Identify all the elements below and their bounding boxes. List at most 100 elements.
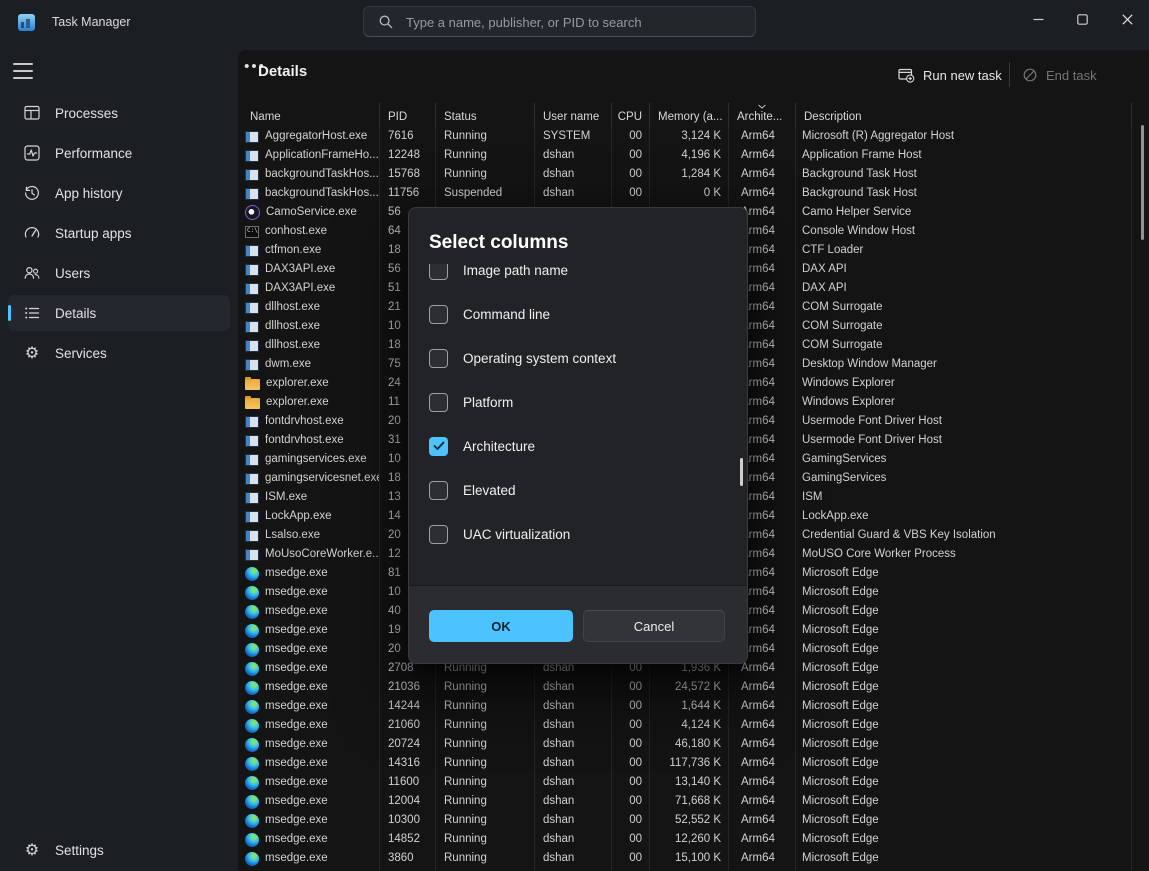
sidebar-item-performance[interactable]: Performance [8,135,230,171]
edge-process-icon [245,700,259,714]
cancel-button[interactable]: Cancel [583,610,725,642]
column-header-arch[interactable]: Archite... [729,103,796,127]
cell-pid: 21036 [380,678,436,697]
cell-desc: Desktop Window Manager [796,355,1132,374]
table-row[interactable]: msedge.exe21036Runningdshan0024,572 KArm… [240,678,1132,697]
column-header-name[interactable]: Name [240,103,380,127]
run-new-task-button[interactable]: Run new task [890,59,1010,91]
cell-desc: ISM [796,488,1132,507]
table-row[interactable]: msedge.exe3860Runningdshan0015,100 KArm6… [240,849,1132,868]
checkbox-checked[interactable] [429,437,448,456]
column-header-mem[interactable]: Memory (a... [650,103,729,127]
cell-name: LockApp.exe [240,507,380,526]
dialog-scrollbar-thumb[interactable] [740,458,743,486]
checkbox-unchecked[interactable] [429,393,448,412]
table-row[interactable]: msedge.exe14316Runningdshan00117,736 KAr… [240,754,1132,773]
checkbox-item-platform[interactable]: Platform [429,380,513,424]
cell-desc: MoUSO Core Worker Process [796,545,1132,564]
maximize-button[interactable] [1060,0,1104,38]
sidebar-item-startup-apps[interactable]: Startup apps [8,215,230,251]
cell-status: Suspended [436,184,535,203]
table-row[interactable]: msedge.exe14244Runningdshan001,644 KArm6… [240,697,1132,716]
ok-button[interactable]: OK [429,610,573,642]
cell-pid: 12004 [380,792,436,811]
cell-name: msedge.exe [240,754,380,773]
sidebar-item-services[interactable]: ⚙Services [8,335,230,371]
checkbox-unchecked[interactable] [429,305,448,324]
table-row[interactable]: msedge.exe20724Runningdshan0046,180 KArm… [240,735,1132,754]
checkbox-label: Platform [463,395,513,410]
cell-cpu: 00 [612,773,650,792]
cell-desc: Microsoft Edge [796,811,1132,830]
cell-status: Running [436,165,535,184]
table-row[interactable]: msedge.exe21060Runningdshan004,124 KArm6… [240,716,1132,735]
sidebar-item-processes[interactable]: Processes [8,95,230,131]
table-row[interactable]: AggregatorHost.exe7616RunningSYSTEM003,1… [240,127,1132,146]
table-row[interactable]: msedge.exe10300Runningdshan0052,552 KArm… [240,811,1132,830]
cell-desc: Console Window Host [796,222,1132,241]
cell-desc: Microsoft Edge [796,849,1132,868]
checkbox-unchecked[interactable] [429,349,448,368]
process-name: msedge.exe [265,792,328,811]
column-header-cpu[interactable]: CPU [612,103,650,127]
cell-status: Running [436,678,535,697]
column-header-status[interactable]: Status [436,103,535,127]
minimize-button[interactable] [1016,0,1060,38]
cell-name: msedge.exe [240,640,380,659]
table-row[interactable]: backgroundTaskHos...11756Suspendeddshan0… [240,184,1132,203]
checkbox-item-command-line[interactable]: Command line [429,292,550,336]
edge-process-icon [245,586,259,600]
column-header-pid[interactable]: PID [380,103,436,127]
column-header-desc[interactable]: Description [796,103,1132,127]
cell-name: gamingservices.exe [240,450,380,469]
process-name: ISM.exe [265,488,307,507]
process-name: msedge.exe [265,602,328,621]
cell-name: msedge.exe [240,678,380,697]
table-row[interactable]: msedge.exe14852Runningdshan0012,260 KArm… [240,830,1132,849]
cell-user: dshan [535,697,612,716]
search-box[interactable] [363,6,756,37]
process-name: dllhost.exe [265,336,320,355]
table-row[interactable]: msedge.exe12004Runningdshan0071,668 KArm… [240,792,1132,811]
close-button[interactable] [1105,0,1149,38]
cell-arch: Arm64 [729,830,796,849]
cell-name: backgroundTaskHos... [240,165,380,184]
table-row[interactable]: backgroundTaskHos...15768Runningdshan001… [240,165,1132,184]
cell-cpu: 00 [612,146,650,165]
cell-arch: Arm64 [729,792,796,811]
camo-process-icon [245,205,260,220]
table-row[interactable]: ApplicationFrameHo...12248Runningdshan00… [240,146,1132,165]
table-scrollbar-thumb[interactable] [1141,125,1144,240]
checkbox-unchecked[interactable] [429,525,448,544]
window-process-icon [245,245,259,257]
process-name: conhost.exe [265,222,327,241]
sidebar-item-app-history[interactable]: App history [8,175,230,211]
search-input[interactable] [404,8,748,37]
checkbox-item-elevated[interactable]: Elevated [429,468,516,512]
dialog-title: Select columns [429,232,568,254]
cell-name: msedge.exe [240,830,380,849]
navigation-menu-button[interactable] [13,63,33,79]
selected-indicator [8,305,11,321]
column-header-user[interactable]: User name [535,103,612,127]
edge-process-icon [245,605,259,619]
column-header-label: Description [804,111,862,123]
edge-process-icon [245,776,259,790]
checkbox-item-architecture[interactable]: Architecture [429,424,535,468]
sidebar-item-settings[interactable]: ⚙ Settings [8,832,230,868]
sidebar-item-details[interactable]: Details [8,295,230,331]
edge-process-icon [245,814,259,828]
checkbox-unchecked[interactable] [429,481,448,500]
checkbox-item-uac-virtualization[interactable]: UAC virtualization [429,512,570,556]
end-task-button[interactable]: End task [1014,59,1105,91]
checkbox-item-operating-system-context[interactable]: Operating system context [429,336,616,380]
cell-name: Lsalso.exe [240,526,380,545]
process-name: msedge.exe [265,811,328,830]
checkbox-item-image-path-name[interactable]: Image path name [429,264,568,292]
cell-desc: Microsoft Edge [796,754,1132,773]
sidebar-item-users[interactable]: Users [8,255,230,291]
process-name: msedge.exe [265,849,328,868]
checkbox-unchecked[interactable] [429,264,448,280]
cell-arch: Arm64 [729,697,796,716]
table-row[interactable]: msedge.exe11600Runningdshan0013,140 KArm… [240,773,1132,792]
